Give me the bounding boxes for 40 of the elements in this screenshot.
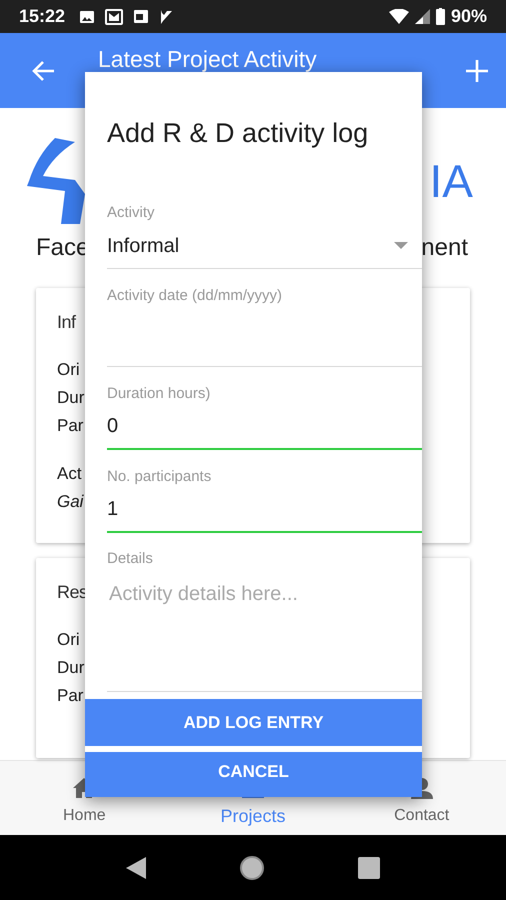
heading-text: nent [421,233,468,263]
card-text: Ori [57,359,80,381]
card-text: Ori [57,629,80,651]
battery-icon [436,8,445,25]
signal-icon [414,9,430,24]
dropdown-caret-icon [394,242,408,249]
cancel-button[interactable]: CANCEL [85,752,422,797]
card-text: Dur [57,657,84,679]
field-label: Details [107,549,154,569]
home-circle-icon[interactable] [238,854,265,880]
dialog-title: Add R & D activity log [107,117,370,150]
plus-icon [465,58,489,82]
field-label: Duration hours) [107,384,212,404]
card-text: Act [57,463,82,485]
wifi-icon [388,9,409,24]
card-text: Par [57,685,84,707]
logo-text: IA [430,158,473,204]
app-bar-title: Latest Project Activity [98,46,317,72]
field-label: No. participants [107,467,212,487]
add-button[interactable] [464,58,490,84]
card-text: Gai [57,491,84,513]
activity-dropdown[interactable]: Informal [107,223,422,269]
card-text: Dur [57,387,84,409]
back-arrow-icon [32,58,56,82]
image-notification-icon [79,10,96,24]
battery-percentage: 90% [450,5,487,28]
details-field[interactable]: Activity details here... [107,569,422,692]
status-time: 15:22 [19,5,66,28]
recents-square-icon[interactable] [358,856,380,878]
logo-icon [25,136,87,226]
card-title: Inf [57,311,76,334]
field-label: Activity [107,203,156,223]
back-triangle-icon[interactable] [126,856,146,878]
text-field[interactable]: 0 [107,404,422,450]
window-notification-icon [133,9,150,24]
field-label: Activity date (dd/mm/yyyy) [107,286,284,306]
add-entry-button[interactable]: ADD LOG ENTRY [85,699,422,746]
card-text: Par [57,415,84,437]
text-field[interactable]: 1 [107,487,422,533]
mail-notification-icon [105,8,124,24]
